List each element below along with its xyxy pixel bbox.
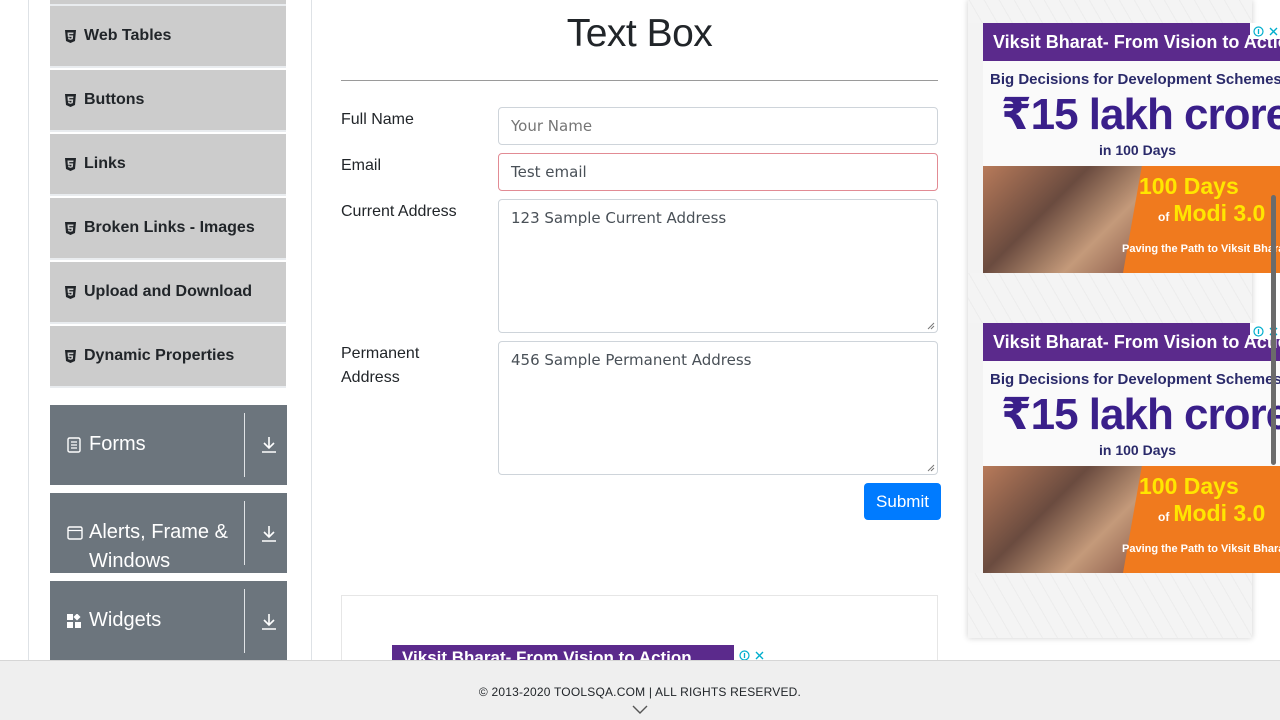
permanent-address-label-line2: Address [341,369,400,386]
email-label: Email [341,157,382,174]
sidebar-item-buttons[interactable]: Buttons [50,70,286,132]
page-title: Text Box [566,12,713,55]
download-icon[interactable] [258,611,280,633]
html5-icon [64,29,77,43]
side-ad-1[interactable]: Viksit Bharat- From Vision to Action Big… [983,23,1280,273]
permanent-address-label: Permanent Address [341,342,419,390]
group-divider [244,413,245,477]
sidebar-item-label: Dynamic Properties [84,347,235,364]
side-ad-2[interactable]: Viksit Bharat- From Vision to Action Big… [983,323,1280,573]
sidebar-group-label: Forms [89,433,146,455]
permanent-address-textarea[interactable]: 456 Sample Permanent Address [498,341,938,475]
sidebar-item-label: Upload and Download [84,283,252,300]
title-divider [341,80,938,81]
sidebar-item-web-tables[interactable]: Web Tables [50,6,286,68]
ad-hundred-days: 100 Days [1139,173,1239,199]
sidebar-group-label: Widgets [89,609,162,631]
group-divider [244,501,245,565]
sidebar-item-label: Web Tables [84,27,172,44]
footer: © 2013-2020 TOOLSQA.COM | ALL RIGHTS RES… [0,660,1280,720]
ad-tagline: Paving the Path to Viksit Bharat [1122,243,1280,255]
full-name-input[interactable] [498,107,938,145]
sidebar-group-widgets[interactable]: Widgets [50,581,287,661]
sidebar-item-label: Broken Links - Images [84,219,255,236]
document-icon [67,437,81,453]
full-name-label: Full Name [341,111,414,128]
sidebar-item-upload-download[interactable]: Upload and Download [50,262,286,324]
sidebar-item-dynamic-properties[interactable]: Dynamic Properties [50,326,286,388]
chevron-down-icon[interactable] [632,705,648,715]
group-divider [244,589,245,653]
download-icon[interactable] [258,434,280,456]
permanent-address-value: 456 Sample Permanent Address [511,351,752,369]
page-scrollbar[interactable] [1271,195,1276,465]
sidebar-item-links[interactable]: Links [50,134,286,196]
ad-modi: of Modi 3.0 [1158,500,1266,526]
adchoices-icon[interactable] [1250,23,1280,39]
ad-hundred-days: 100 Days [1139,473,1239,499]
current-address-textarea[interactable]: 123 Sample Current Address [498,199,938,333]
ad-photo [983,466,1143,573]
close-icon[interactable] [755,651,764,660]
ad-subhead: Big Decisions for Development Schemes wo… [990,371,1280,388]
sidebar-group-label: Alerts, Frame & Windows [89,521,228,572]
page: Web Tables Buttons Links Broken Links - … [0,0,1280,720]
html5-icon [64,285,77,299]
ad-background-pattern [968,573,1252,638]
current-address-label: Current Address [341,203,457,220]
sidebar-item-label: Buttons [84,91,145,108]
html5-icon [64,349,77,363]
footer-copyright: © 2013-2020 TOOLSQA.COM | ALL RIGHTS RES… [478,685,802,699]
ad-headline: Viksit Bharat- From Vision to Action [983,23,1280,61]
resize-handle-icon[interactable] [927,464,935,472]
window-icon [67,526,83,540]
ad-background-pattern [968,273,1252,323]
html5-icon [64,221,77,235]
html5-icon [64,93,77,107]
permanent-address-label-line1: Permanent [341,345,420,362]
sidebar-divider [311,0,312,660]
ad-tagline: Paving the Path to Viksit Bharat [1122,543,1280,555]
ad-subhead: Big Decisions for Development Schemes wo… [990,71,1280,88]
sidebar-group-alerts[interactable]: Alerts, Frame & Windows [50,493,287,573]
sidebar-item-broken-links[interactable]: Broken Links - Images [50,198,286,260]
ad-days: in 100 Days [1099,442,1177,458]
ad-days: in 100 Days [1099,142,1177,158]
close-icon[interactable] [1269,27,1278,36]
download-icon[interactable] [258,523,280,545]
ad-photo [983,166,1143,273]
submit-button[interactable]: Submit [864,483,941,520]
ad-amount: ₹15 lakh crore [1001,90,1280,139]
sidebar-item-label: Links [84,155,126,172]
html5-icon [64,157,77,171]
left-divider [28,0,29,660]
current-address-value: 123 Sample Current Address [511,209,727,227]
ad-background-pattern [968,0,1252,23]
ad-modi: of Modi 3.0 [1158,200,1266,226]
resize-handle-icon[interactable] [927,322,935,330]
email-input[interactable]: Test email [498,153,938,191]
ad-amount: ₹15 lakh crore [1001,390,1280,439]
widgets-icon [67,614,82,629]
ad-headline: Viksit Bharat- From Vision to Action [983,323,1280,361]
sidebar-group-forms[interactable]: Forms [50,405,287,485]
